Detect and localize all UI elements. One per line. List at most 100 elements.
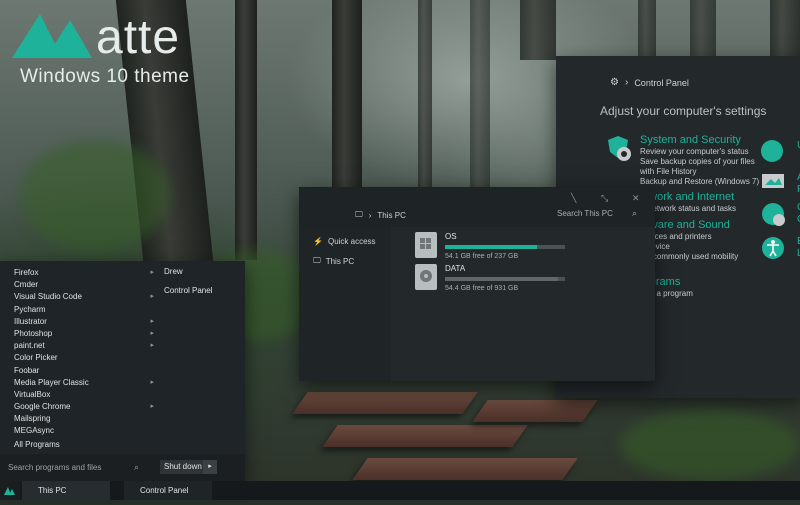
start-menu-app-label: Pycharm xyxy=(14,304,46,314)
drive-name: OS xyxy=(445,232,457,241)
search-icon[interactable]: ⌕ xyxy=(134,462,139,473)
cp-category-system-security[interactable]: System and Security Review your computer… xyxy=(604,134,759,187)
cp-item-line[interactable]: Save backup copies of your files xyxy=(640,157,759,167)
shield-icon xyxy=(608,136,631,161)
drive-free-space: 54.1 GB free of 237 GB xyxy=(445,253,519,260)
start-side-link-control-panel[interactable]: Control Panel xyxy=(164,286,212,295)
start-menu-app-item[interactable]: VirtualBox xyxy=(14,389,154,401)
submenu-arrow-icon[interactable]: ▸ xyxy=(150,328,154,340)
this-pc-window: ╲ ⤡ ✕ 🖵 › This PC Search This PC ⌕ ⚡ Qui… xyxy=(299,187,655,381)
control-panel-icon: ⚙ xyxy=(610,77,619,88)
lightning-icon: ⚡ xyxy=(313,237,323,246)
globe-clock-icon xyxy=(762,203,785,226)
start-button[interactable] xyxy=(0,481,20,500)
submenu-arrow-icon[interactable]: ▸ xyxy=(150,291,154,303)
start-menu-app-label: Google Chrome xyxy=(14,402,71,412)
nav-item-label: Quick access xyxy=(327,237,376,246)
start-menu-app-item[interactable]: Cmder xyxy=(14,279,154,291)
drive-name: DATA xyxy=(445,264,466,273)
drive-usage-fill xyxy=(445,245,538,249)
drive-free-space: 54.4 GB free of 931 GB xyxy=(445,285,519,292)
start-menu-app-label: MEGAsync xyxy=(14,426,55,436)
drive-usage-bar xyxy=(445,277,565,281)
start-menu-app-label: Visual Studio Code xyxy=(14,292,82,302)
start-menu-app-label: Foobar xyxy=(14,365,40,375)
theme-logo: atte Windows 10 theme xyxy=(12,10,190,88)
start-menu-app-label: Color Picker xyxy=(14,353,58,363)
logo-subtitle: Windows 10 theme xyxy=(20,66,190,87)
cp-item-line: with File History xyxy=(640,167,697,176)
shutdown-options-button[interactable]: ▸ xyxy=(203,460,217,474)
control-panel-heading: Adjust your computer's settings xyxy=(600,104,767,118)
start-menu-app-item[interactable]: Pycharm xyxy=(14,304,154,316)
explorer-nav-pane: ⚡ Quick access 🖵 This PC xyxy=(299,227,391,381)
start-menu-app-item[interactable]: Firefox ▸ xyxy=(14,267,154,279)
nav-item-label: This PC xyxy=(325,256,355,266)
disk-drive-icon xyxy=(415,264,437,290)
drive-os[interactable]: OS 54.1 GB free of 237 GB xyxy=(415,232,565,260)
start-menu-app-label: Media Player Classic xyxy=(14,377,89,387)
nav-item-quick-access[interactable]: ⚡ Quick access xyxy=(313,237,376,246)
drive-data[interactable]: DATA 54.4 GB free of 931 GB xyxy=(415,264,565,292)
submenu-arrow-icon[interactable]: ▸ xyxy=(150,316,154,328)
cp-category-ease-of-access[interactable]: E L xyxy=(761,236,800,267)
logo-word: atte xyxy=(96,11,181,64)
submenu-arrow-icon[interactable]: ▸ xyxy=(150,377,154,389)
monitor-icon xyxy=(762,174,784,188)
start-menu-app-label: Firefox xyxy=(14,268,39,277)
start-logo-icon xyxy=(4,487,15,495)
drive-usage-bar xyxy=(445,245,565,249)
start-side-link-user[interactable]: Drew xyxy=(164,267,183,276)
cp-category-user-accounts[interactable]: U xyxy=(761,140,800,162)
nav-item-this-pc[interactable]: 🖵 This PC xyxy=(313,256,354,266)
taskbar-item-control-panel[interactable]: Control Panel xyxy=(124,481,212,500)
taskbar-item-this-pc[interactable]: This PC xyxy=(22,481,110,500)
start-menu-app-item[interactable]: Foobar xyxy=(14,365,154,377)
start-menu-app-label: paint.net xyxy=(14,341,45,351)
start-menu-app-item[interactable]: MEGAsync xyxy=(14,425,154,437)
start-menu: Firefox ▸ Cmder Visual Studio Code ▸ Pycharm I… xyxy=(0,261,245,481)
start-menu-app-item[interactable]: Google Chrome ▸ xyxy=(14,401,154,413)
start-menu-app-item[interactable]: paint.net ▸ xyxy=(14,340,154,352)
address-text: This PC xyxy=(377,210,406,220)
matte-logo-mark-icon xyxy=(12,14,92,58)
shutdown-button[interactable]: Shut down xyxy=(160,460,206,474)
start-menu-app-label: Cmder xyxy=(14,280,39,290)
start-menu-app-label: VirtualBox xyxy=(14,389,51,399)
path-separator-icon: › xyxy=(624,77,629,88)
start-menu-app-item[interactable]: Visual Studio Code ▸ xyxy=(14,291,154,303)
search-input[interactable]: Search This PC xyxy=(557,209,613,218)
maximize-icon[interactable]: ⤡ xyxy=(601,193,608,204)
cp-category-clock-region[interactable]: C C xyxy=(761,202,800,233)
submenu-arrow-icon[interactable]: ▸ xyxy=(150,401,154,413)
path-separator-icon: › xyxy=(368,210,372,220)
computer-icon: 🖵 xyxy=(355,210,363,219)
cp-item-line[interactable]: Backup and Restore (Windows 7) xyxy=(640,177,759,187)
start-menu-app-item[interactable]: Illustrator ▸ xyxy=(14,316,154,328)
start-menu-app-label: Mailspring xyxy=(14,414,51,424)
cp-category-appearance[interactable]: A F xyxy=(761,172,800,197)
minimize-icon[interactable]: ╲ xyxy=(571,193,576,204)
taskbar: This PC Control Panel xyxy=(0,481,800,500)
close-icon[interactable]: ✕ xyxy=(632,193,640,204)
search-icon[interactable]: ⌕ xyxy=(632,208,637,219)
start-menu-bottom-bar: Search programs and files ⌕ Shut down ▸ xyxy=(0,454,245,481)
computer-icon: 🖵 xyxy=(313,256,321,265)
cp-item-title[interactable]: System and Security xyxy=(640,134,759,147)
control-panel-title: Control Panel xyxy=(634,77,689,88)
start-menu-app-item[interactable]: Media Player Classic ▸ xyxy=(14,377,154,389)
submenu-arrow-icon[interactable]: ▸ xyxy=(150,340,154,352)
start-menu-app-item[interactable]: Photoshop ▸ xyxy=(14,328,154,340)
windows-drive-icon xyxy=(415,232,437,258)
all-programs-link[interactable]: All Programs xyxy=(14,440,60,449)
start-menu-app-item[interactable]: Mailspring xyxy=(14,413,154,425)
accessibility-icon xyxy=(762,237,784,259)
address-bar[interactable]: 🖵 › This PC xyxy=(355,210,406,220)
cp-item-line[interactable]: Review your computer's status xyxy=(640,147,759,157)
start-menu-app-item[interactable]: Color Picker xyxy=(14,352,154,364)
control-panel-titlebar: ⚙ › Control Panel xyxy=(610,77,689,88)
start-menu-app-label: Photoshop xyxy=(14,328,53,338)
submenu-arrow-icon[interactable]: ▸ xyxy=(150,267,154,279)
start-search-input[interactable]: Search programs and files xyxy=(8,463,101,472)
start-menu-app-list: Firefox ▸ Cmder Visual Studio Code ▸ Pycharm I… xyxy=(14,267,154,438)
